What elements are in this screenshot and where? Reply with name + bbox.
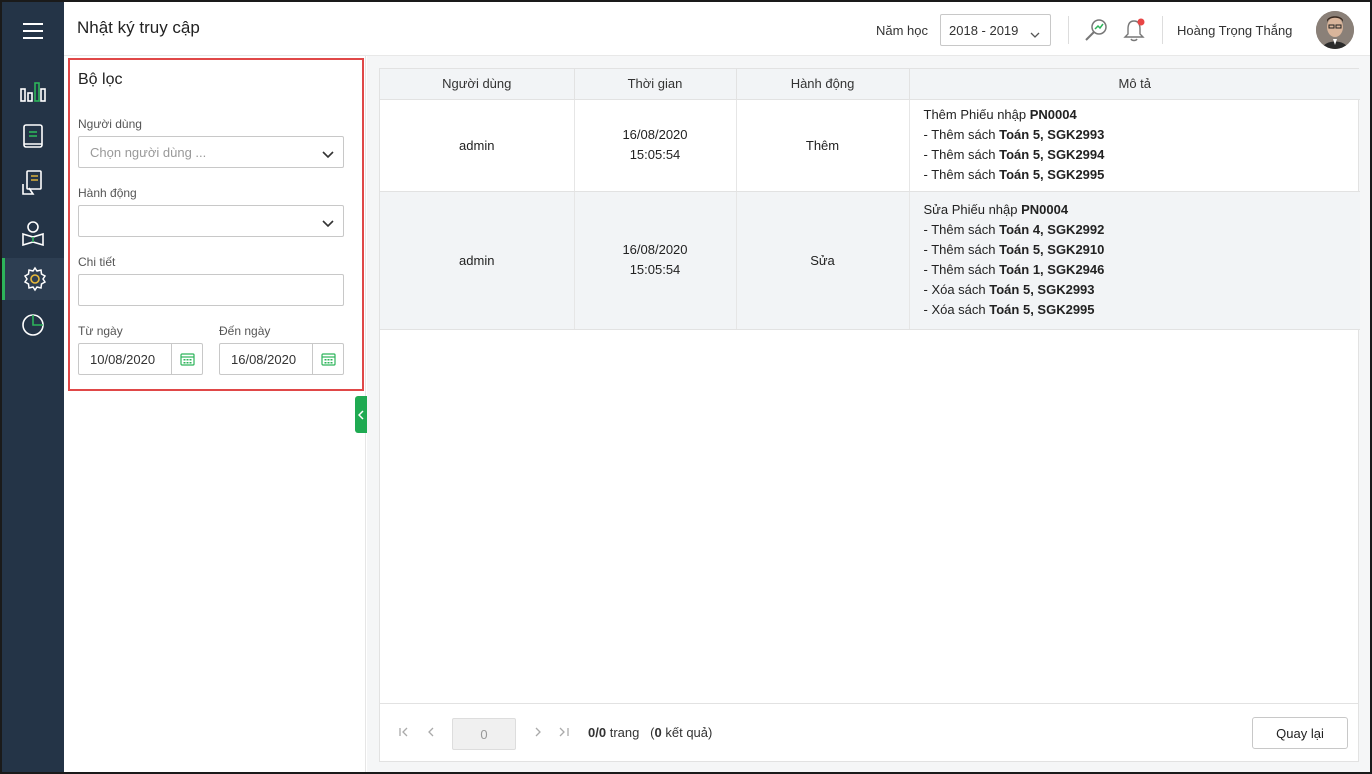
back-button[interactable]: Quay lại	[1252, 717, 1348, 749]
calendar-icon[interactable]	[171, 344, 202, 374]
table-row[interactable]: admin 16/08/2020 15:05:54 Sửa Sửa Phiếu …	[380, 191, 1360, 330]
next-page-icon[interactable]	[531, 724, 545, 740]
from-date-value: 10/08/2020	[90, 352, 156, 367]
search-trend-icon[interactable]	[1080, 14, 1112, 46]
app-window: Nhật ký truy cập Năm học 2018 - 2019 Hoà…	[0, 0, 1372, 774]
desc-line: - Thêm sách Toán 5, SGK2995	[923, 167, 1105, 182]
from-date-input[interactable]: 10/08/2020	[78, 343, 203, 375]
page-title: Nhật ký truy cập	[77, 18, 200, 37]
cell-action: Thêm	[736, 99, 910, 192]
cell-date: 16/08/2020	[622, 127, 688, 142]
cell-clock-time: 15:05:54	[629, 262, 681, 277]
pagination-bar: 0 0/0 trang (0 kết quả) Quay lại	[379, 704, 1359, 762]
detail-filter-input[interactable]	[78, 274, 344, 306]
school-year-value: 2018 - 2019	[949, 23, 1019, 38]
dashboard-chart-icon[interactable]	[2, 70, 64, 112]
chevron-left-icon	[358, 409, 364, 420]
log-table-container: Người dùng Thời gian Hành động Mô tả adm…	[379, 68, 1360, 704]
borrow-book-icon[interactable]	[2, 162, 64, 204]
last-page-icon[interactable]	[556, 724, 570, 740]
col-header-user[interactable]: Người dùng	[380, 69, 575, 100]
filter-title: Bộ lọc	[78, 71, 123, 88]
action-filter-label: Hành động	[78, 186, 137, 200]
cell-time: 16/08/2020 15:05:54	[574, 99, 737, 192]
to-date-value: 16/08/2020	[231, 352, 297, 367]
desc-line: - Thêm sách Toán 5, SGK2910	[923, 242, 1105, 257]
chevron-down-icon	[1030, 26, 1040, 41]
page-count-text: 0/0 trang (0 kết quả)	[588, 725, 713, 740]
cell-user: admin	[380, 99, 575, 192]
action-filter-select[interactable]	[78, 205, 344, 237]
user-filter-label: Người dùng	[78, 117, 142, 131]
page-number-input[interactable]: 0	[452, 718, 516, 750]
cell-user: admin	[380, 191, 575, 330]
filter-panel: Bộ lọc Người dùng Chọn người dùng ... Hà…	[64, 56, 366, 772]
sidebar-nav	[2, 2, 64, 772]
calendar-icon[interactable]	[312, 344, 343, 374]
filter-box: Bộ lọc Người dùng Chọn người dùng ... Hà…	[68, 58, 364, 391]
book-icon[interactable]	[2, 116, 64, 158]
cell-date: 16/08/2020	[622, 242, 688, 257]
log-table: Người dùng Thời gian Hành động Mô tả adm…	[380, 69, 1360, 330]
table-header-row: Người dùng Thời gian Hành động Mô tả	[380, 69, 1360, 100]
desc-line: - Thêm sách Toán 5, SGK2994	[923, 147, 1105, 162]
to-date-input[interactable]: 16/08/2020	[219, 343, 344, 375]
school-year-label: Năm học	[876, 23, 929, 38]
to-date-label: Đến ngày	[219, 324, 271, 338]
prev-page-icon[interactable]	[424, 724, 438, 740]
col-header-description[interactable]: Mô tả	[909, 69, 1360, 100]
header-divider	[1162, 16, 1163, 44]
desc-line: - Thêm sách Toán 5, SGK2993	[923, 127, 1105, 142]
bell-icon[interactable]	[1118, 14, 1150, 46]
cell-description: Thêm Phiếu nhập PN0004 - Thêm sách Toán …	[909, 99, 1360, 192]
cell-time: 16/08/2020 15:05:54	[574, 191, 737, 330]
menu-toggle-icon[interactable]	[2, 10, 64, 52]
user-name[interactable]: Hoàng Trọng Thắng	[1177, 23, 1292, 38]
header-divider	[1068, 16, 1069, 44]
desc-line: - Thêm sách Toán 1, SGK2946	[923, 262, 1105, 277]
chevron-down-icon	[322, 216, 334, 231]
from-date-label: Từ ngày	[78, 324, 123, 338]
reader-icon[interactable]	[2, 212, 64, 254]
cell-action: Sửa	[736, 191, 910, 330]
user-filter-placeholder: Chọn người dùng ...	[90, 145, 207, 160]
detail-filter-label: Chi tiết	[78, 255, 116, 269]
cell-description: Sửa Phiếu nhập PN0004 - Thêm sách Toán 4…	[909, 191, 1360, 330]
main-content: Người dùng Thời gian Hành động Mô tả adm…	[367, 56, 1370, 772]
top-header: Nhật ký truy cập Năm học 2018 - 2019 Hoà…	[64, 2, 1370, 56]
desc-line: Thêm Phiếu nhập PN0004	[923, 107, 1077, 122]
collapse-panel-button[interactable]	[355, 396, 367, 433]
col-header-time[interactable]: Thời gian	[574, 69, 737, 100]
col-header-action[interactable]: Hành động	[736, 69, 910, 100]
desc-line: - Thêm sách Toán 4, SGK2992	[923, 222, 1105, 237]
desc-line: - Xóa sách Toán 5, SGK2995	[923, 302, 1095, 317]
first-page-icon[interactable]	[398, 724, 412, 740]
report-pie-icon[interactable]	[2, 304, 64, 346]
user-filter-select[interactable]: Chọn người dùng ...	[78, 136, 344, 168]
table-row[interactable]: admin 16/08/2020 15:05:54 Thêm Thêm Phiế…	[380, 99, 1360, 192]
settings-gear-icon[interactable]	[2, 258, 64, 300]
avatar[interactable]	[1316, 11, 1354, 49]
desc-line: Sửa Phiếu nhập PN0004	[923, 202, 1069, 217]
school-year-select[interactable]: 2018 - 2019	[940, 14, 1051, 46]
chevron-down-icon	[322, 147, 334, 162]
desc-line: - Xóa sách Toán 5, SGK2993	[923, 282, 1095, 297]
cell-clock-time: 15:05:54	[629, 147, 681, 162]
